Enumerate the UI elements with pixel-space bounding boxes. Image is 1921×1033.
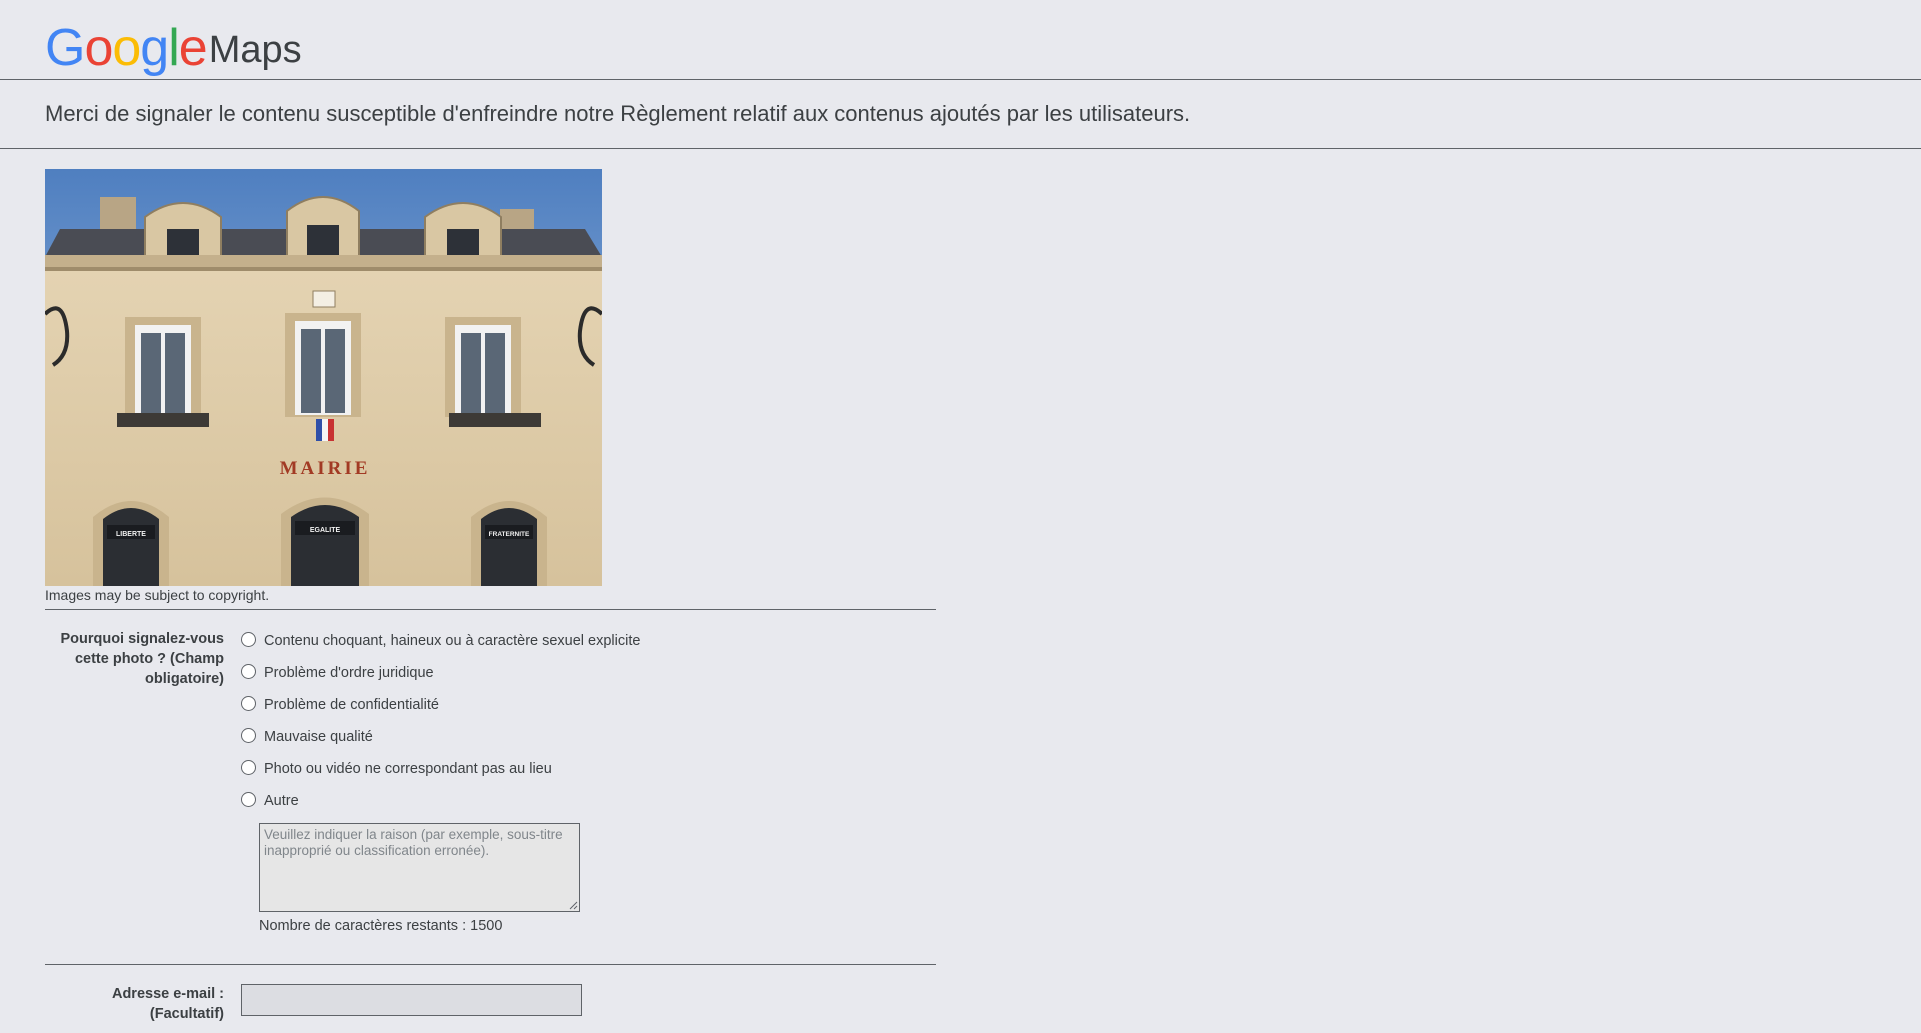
divider xyxy=(45,609,936,610)
email-field[interactable] xyxy=(241,984,582,1016)
email-label-line: (Facultatif) xyxy=(149,1006,224,1022)
intro-banner: Merci de signaler le contenu susceptible… xyxy=(0,80,1921,149)
divider xyxy=(45,964,936,965)
why-label-line: Pourquoi signalez-vous xyxy=(60,631,224,647)
logo-product-name: Maps xyxy=(208,29,302,71)
intro-text: Merci de signaler le contenu susceptible… xyxy=(45,101,1191,126)
logo-letter: G xyxy=(45,19,85,77)
reported-photo: MAIRIE LIBERTE EGALITE FRATERNITE xyxy=(45,169,602,586)
option-label: Problème de confidentialité xyxy=(264,697,439,713)
email-label: Adresse e-mail : (Facultatif) xyxy=(45,984,224,1024)
logo-letter: l xyxy=(168,19,180,77)
option-low-quality[interactable]: Mauvaise qualité xyxy=(241,727,373,747)
radio-button[interactable] xyxy=(241,695,256,711)
logo-letter: e xyxy=(178,19,208,77)
copyright-notice: Images may be subject to copyright. xyxy=(45,587,270,603)
option-label: Mauvaise qualité xyxy=(264,729,373,745)
radio-button[interactable] xyxy=(241,727,256,743)
radio-button[interactable] xyxy=(241,791,256,807)
header: GoogleMaps xyxy=(0,0,1921,80)
email-label-line: Adresse e-mail : xyxy=(111,986,224,1002)
option-wrong-place[interactable]: Photo ou vidéo ne correspondant pas au l… xyxy=(241,759,552,779)
option-label: Problème d'ordre juridique xyxy=(264,665,434,681)
remaining-characters: Nombre de caractères restants : 1500 xyxy=(259,918,503,934)
google-maps-logo[interactable]: GoogleMaps xyxy=(45,20,302,78)
photo-panel-fraternite: FRATERNITE xyxy=(489,531,530,538)
logo-letter: o xyxy=(84,19,113,77)
photo-panel-liberte: LIBERTE xyxy=(116,531,146,538)
option-privacy[interactable]: Problème de confidentialité xyxy=(241,695,439,715)
why-label-line: obligatoire) xyxy=(145,671,224,687)
resize-grip-icon[interactable] xyxy=(569,901,578,910)
option-other[interactable]: Autre xyxy=(241,791,299,811)
logo-letter: g xyxy=(140,19,169,77)
why-label: Pourquoi signalez-vous cette photo ? (Ch… xyxy=(45,629,224,689)
option-label: Photo ou vidéo ne correspondant pas au l… xyxy=(264,761,552,777)
radio-button[interactable] xyxy=(241,631,256,647)
option-label: Contenu choquant, haineux ou à caractère… xyxy=(264,633,641,649)
photo-panel-egalite: EGALITE xyxy=(310,527,341,534)
option-legal[interactable]: Problème d'ordre juridique xyxy=(241,663,434,683)
photo-sign-text: MAIRIE xyxy=(280,458,371,479)
radio-button[interactable] xyxy=(241,759,256,775)
radio-button[interactable] xyxy=(241,663,256,679)
why-label-line: cette photo ? (Champ xyxy=(74,651,224,667)
option-label: Autre xyxy=(264,793,299,809)
reason-textarea[interactable] xyxy=(259,823,580,912)
logo-letter: o xyxy=(112,19,141,77)
option-offensive[interactable]: Contenu choquant, haineux ou à caractère… xyxy=(241,631,640,651)
